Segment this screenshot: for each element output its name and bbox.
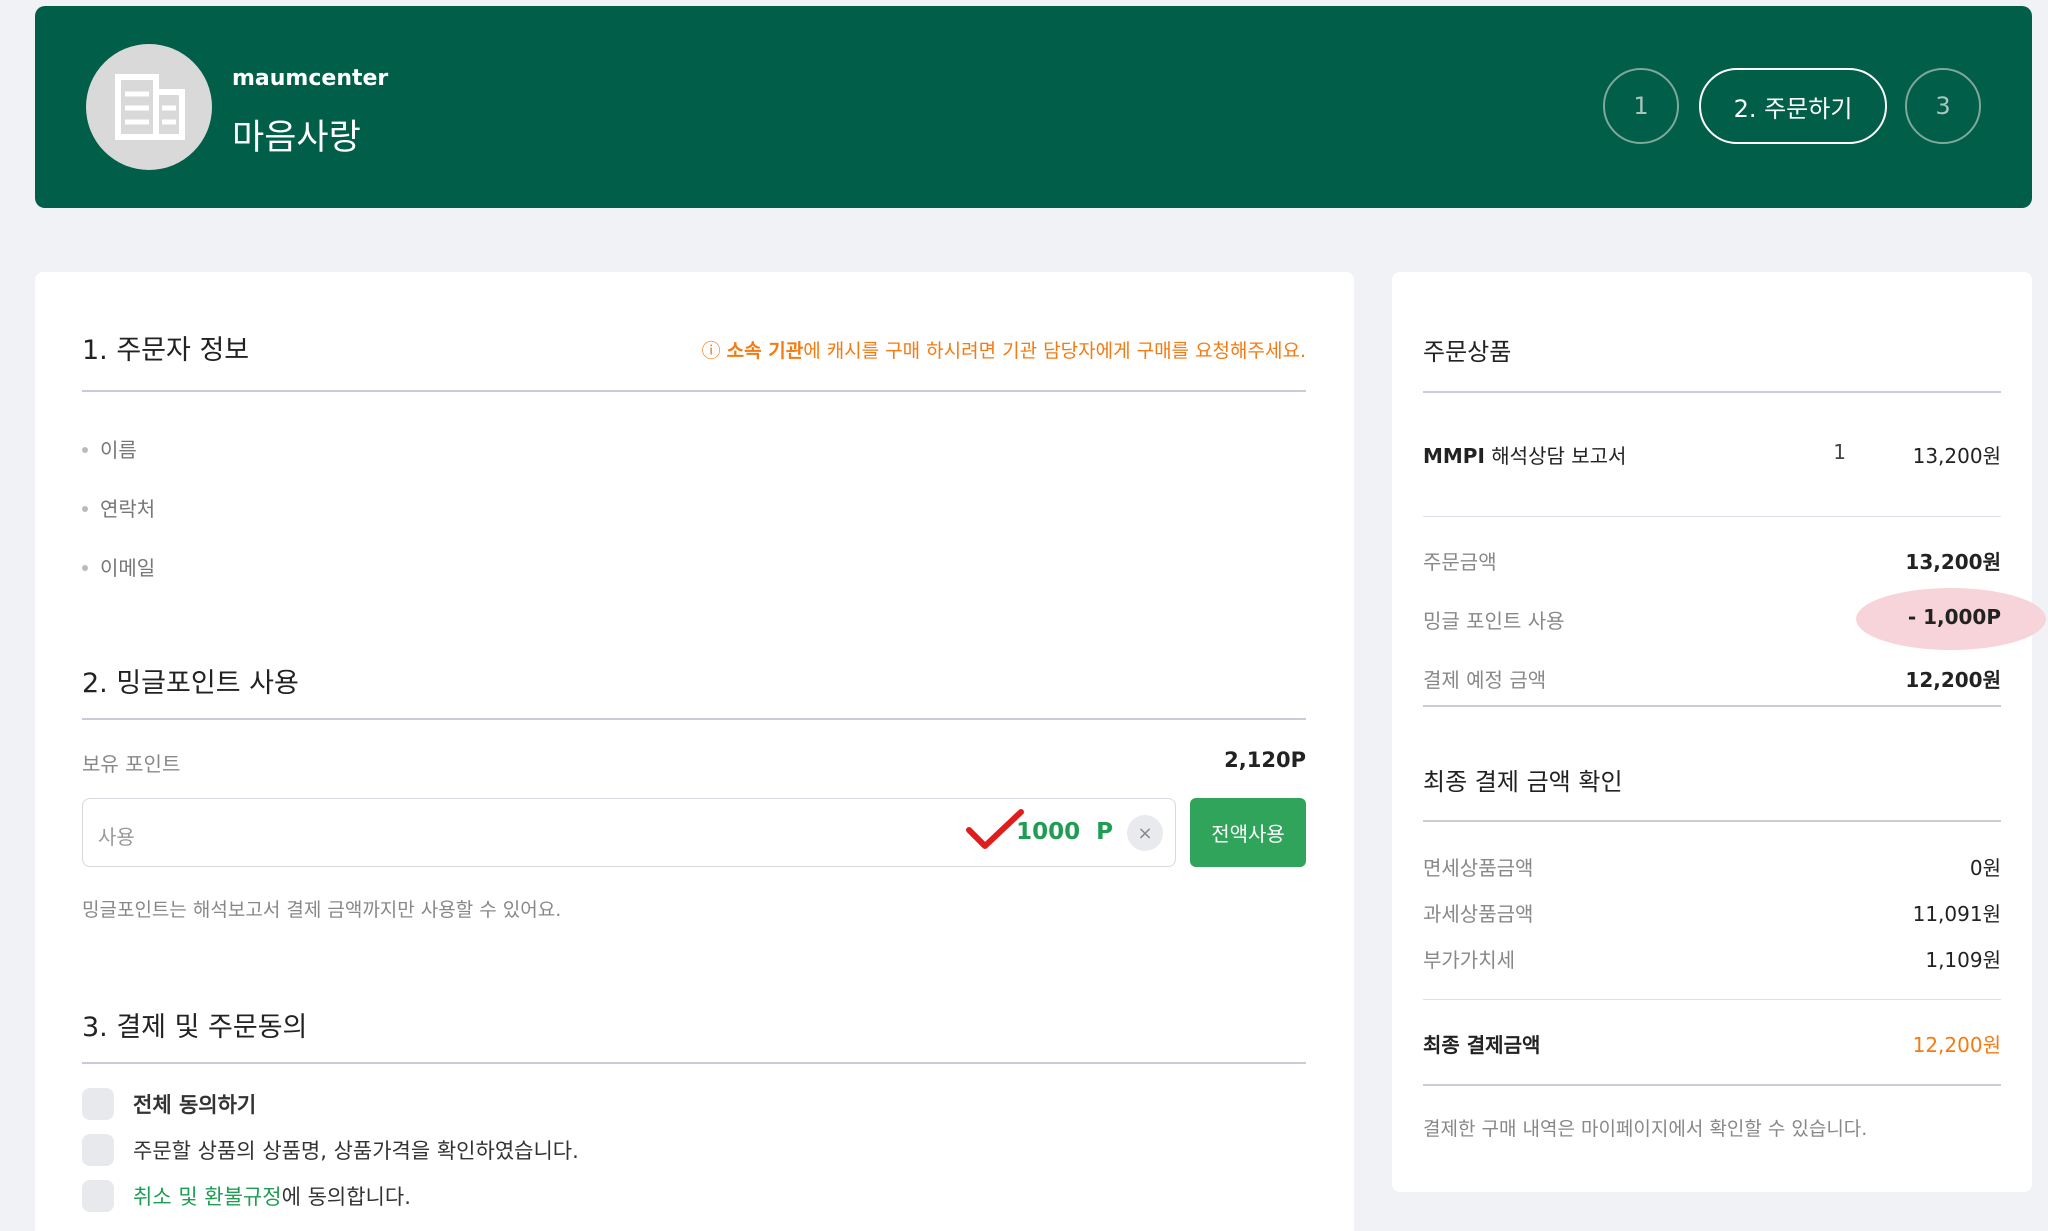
agree-product-label: 주문할 상품의 상품명, 상품가격을 확인하였습니다. (133, 1139, 579, 1163)
field-email: 이메일 (82, 552, 155, 581)
field-name: 이름 (82, 434, 137, 463)
agree-refund-row[interactable]: 취소 및 환불규정 에 동의합니다. (82, 1180, 411, 1212)
info-icon: ⓘ (701, 340, 727, 362)
bullet-icon (82, 505, 88, 512)
product-qty: 1 (1833, 440, 1846, 464)
org-id: maumcenter (232, 66, 389, 91)
notice-text: 에 캐시를 구매 하시려면 기관 담당자에게 구매를 요청해주세요. (803, 340, 1306, 362)
held-points-value: 2,120P (1224, 748, 1306, 772)
agree-all-checkbox[interactable] (82, 1088, 114, 1120)
order-products-title: 주문상품 (1423, 338, 1512, 366)
vat-label: 부가가치세 (1423, 948, 1515, 972)
total-value: 12,200원 (1912, 1033, 2001, 1057)
check-mark-icon (966, 809, 1024, 849)
bullet-icon (82, 446, 88, 453)
product-name-bold: MMPI (1423, 444, 1485, 468)
points-note: 밍글포인트는 해석보고서 결제 금액까지만 사용할 수 있어요. (82, 899, 562, 921)
total-label: 최종 결제금액 (1423, 1033, 1541, 1057)
divider (1423, 999, 2001, 1000)
field-phone: 연락처 (82, 493, 155, 522)
order-form-card: 1. 주문자 정보 ⓘ 소속 기관에 캐시를 구매 하시려면 기관 담당자에게 … (35, 272, 1354, 1231)
taxfree-label: 면세상품금액 (1423, 856, 1534, 880)
field-email-label: 이메일 (100, 556, 156, 580)
divider (1423, 391, 2001, 393)
divider (1423, 1084, 2001, 1086)
org-name: 마음사랑 (232, 118, 361, 158)
bullet-icon (82, 564, 88, 571)
section-title-points: 2. 밍글포인트 사용 (82, 668, 299, 699)
agree-product-row[interactable]: 주문할 상품의 상품명, 상품가격을 확인하였습니다. (82, 1134, 579, 1166)
building-icon (115, 74, 185, 140)
step-1[interactable]: 1 (1603, 68, 1679, 144)
held-points-label: 보유 포인트 (82, 752, 181, 776)
expected-amount-label: 결제 예정 금액 (1423, 668, 1547, 692)
product-price: 13,200원 (1912, 444, 2001, 468)
header-banner: maumcenter 마음사랑 1 2. 주문하기 3 (35, 6, 2032, 208)
use-all-button[interactable]: 전액사용 (1190, 798, 1306, 867)
clear-icon[interactable]: × (1127, 815, 1163, 851)
org-purchase-notice: ⓘ 소속 기관에 캐시를 구매 하시려면 기관 담당자에게 구매를 요청해주세요… (702, 336, 1306, 363)
product-name-rest: 해석상담 보고서 (1484, 444, 1627, 468)
divider (82, 1062, 1306, 1064)
expected-amount-value: 12,200원 (1905, 668, 2001, 692)
taxfree-value: 0원 (1969, 856, 2001, 880)
points-unit: P (1096, 819, 1113, 845)
divider (82, 390, 1306, 392)
product-name: MMPI 해석상담 보고서 (1423, 440, 1626, 469)
agree-all-label: 전체 동의하기 (133, 1093, 257, 1117)
order-summary-card: 주문상품 MMPI 해석상담 보고서 1 13,200원 주문금액 13,200… (1392, 272, 2046, 1192)
section-title-orderer: 1. 주문자 정보 (82, 335, 250, 366)
step-2-order[interactable]: 2. 주문하기 (1699, 68, 1887, 144)
taxable-label: 과세상품금액 (1423, 902, 1534, 926)
section-title-agreement: 3. 결제 및 주문동의 (82, 1012, 308, 1043)
divider (82, 718, 1306, 720)
step-3[interactable]: 3 (1905, 68, 1981, 144)
points-used-label: 밍글 포인트 사용 (1423, 609, 1565, 633)
notice-bold: 소속 기관 (726, 340, 804, 362)
order-amount-label: 주문금액 (1423, 550, 1497, 574)
vat-value: 1,109원 (1925, 948, 2001, 972)
field-phone-label: 연락처 (100, 497, 156, 521)
points-input-value: 1000 P (1016, 819, 1113, 845)
agree-refund-checkbox[interactable] (82, 1180, 114, 1212)
footnote: 결제한 구매 내역은 마이페이지에서 확인할 수 있습니다. (1423, 1118, 1868, 1140)
points-used-value: - 1,000P (1907, 605, 2001, 629)
divider (1423, 516, 2001, 517)
taxable-value: 11,091원 (1912, 902, 2001, 926)
order-amount-value: 13,200원 (1905, 550, 2001, 574)
divider (1423, 705, 2001, 707)
agree-refund-label: 에 동의합니다. (281, 1185, 411, 1209)
field-name-label: 이름 (100, 438, 137, 462)
refund-policy-link[interactable]: 취소 및 환불규정 (133, 1181, 282, 1211)
avatar (86, 44, 212, 170)
final-title: 최종 결제 금액 확인 (1423, 768, 1623, 796)
divider (1423, 820, 2001, 822)
points-input-placeholder: 사용 (98, 825, 135, 849)
agree-all-row[interactable]: 전체 동의하기 (82, 1088, 256, 1120)
agree-product-checkbox[interactable] (82, 1134, 114, 1166)
points-amount: 1000 (1016, 819, 1081, 845)
